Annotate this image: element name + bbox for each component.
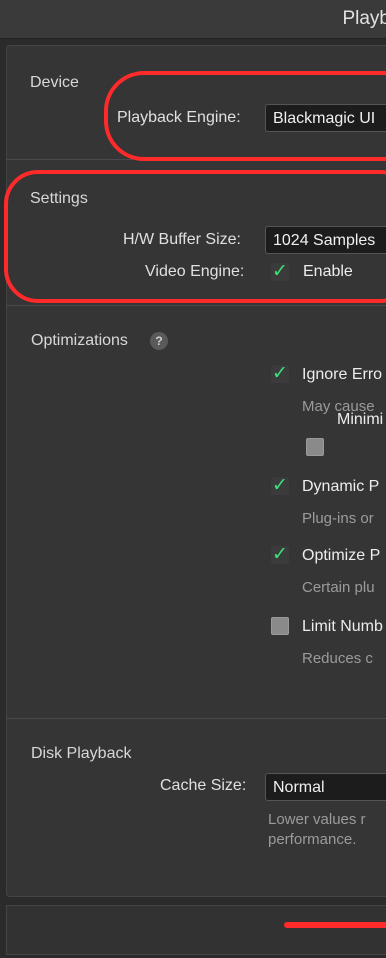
playback-engine-label: Playback Engine: (117, 109, 241, 126)
minimize-label: Minimi (337, 411, 384, 428)
section-divider (6, 718, 386, 719)
minimize-checkbox[interactable] (306, 438, 324, 456)
cache-size-label: Cache Size: (160, 777, 247, 794)
optimizations-section-label: Optimizations (31, 332, 128, 349)
cache-size-desc: Lower values r performance. (268, 810, 366, 850)
buffer-size-label: H/W Buffer Size: (123, 231, 241, 248)
cache-size-select[interactable]: Normal (265, 773, 386, 801)
checkmark-icon: ✓ (272, 543, 288, 565)
settings-panel (6, 45, 386, 897)
limit-number-desc: Reduces c (302, 650, 373, 667)
buffer-size-select[interactable]: 1024 Samples (265, 226, 386, 254)
optimize-plugin-label: Optimize P (302, 547, 381, 564)
playback-engine-select[interactable]: Blackmagic UI (265, 104, 386, 132)
ignore-errors-label: Ignore Erro (302, 366, 383, 383)
optimize-plugin-desc: Certain plu (302, 579, 375, 596)
checkmark-icon: ✓ (272, 474, 288, 496)
video-engine-checkbox[interactable]: ✓ (271, 260, 289, 282)
checkmark-icon: ✓ (272, 362, 288, 384)
video-engine-label: Video Engine: (145, 263, 245, 280)
section-divider (6, 305, 386, 306)
ignore-errors-checkbox[interactable]: ✓ (271, 362, 289, 384)
footer-bar (6, 905, 386, 955)
playback-engine-window: Playb Device Playback Engine: Blackmagic… (0, 0, 386, 958)
title-bar: Playb (0, 0, 386, 39)
checkmark-icon: ✓ (272, 260, 288, 282)
settings-section-label: Settings (30, 190, 88, 207)
section-divider (6, 159, 386, 160)
red-underline-annotation (284, 922, 386, 928)
video-engine-enable-label: Enable (303, 263, 353, 280)
device-section-label: Device (30, 74, 79, 91)
limit-number-checkbox[interactable] (271, 617, 289, 635)
window-title: Playb (342, 8, 386, 29)
cache-size-desc-line2: performance. (268, 831, 357, 848)
help-icon[interactable]: ? (150, 332, 168, 350)
disk-playback-section-label: Disk Playback (31, 745, 132, 762)
cache-size-desc-line1: Lower values r (268, 811, 366, 828)
dynamic-plugin-checkbox[interactable]: ✓ (271, 474, 289, 496)
dynamic-plugin-label: Dynamic P (302, 478, 380, 495)
limit-number-label: Limit Numb (302, 618, 383, 635)
optimize-plugin-checkbox[interactable]: ✓ (271, 543, 289, 565)
dynamic-plugin-desc: Plug-ins or (302, 510, 374, 527)
